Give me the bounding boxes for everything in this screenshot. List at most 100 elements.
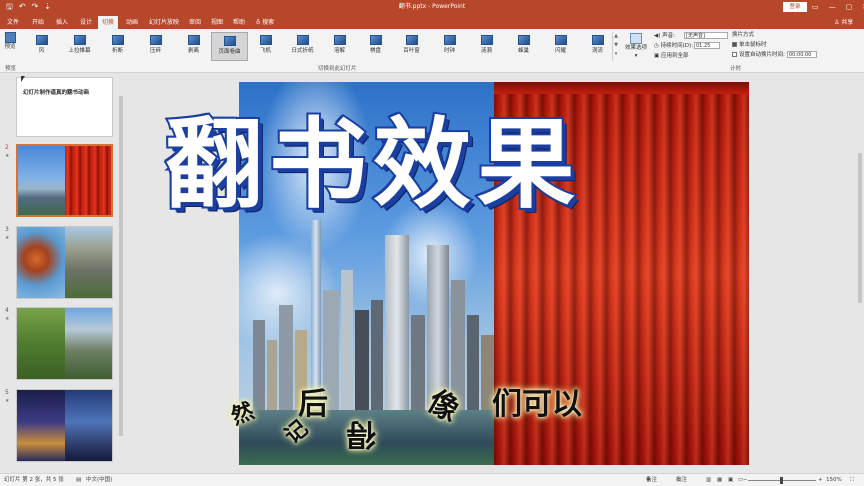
minimize-icon[interactable]: — [829, 1, 836, 13]
gallery-scroll[interactable]: ▲ ▼ ▾ [612, 32, 619, 61]
comments-label: 批注 [676, 477, 688, 483]
transition-star-icon: ★ [5, 235, 10, 241]
chevron-up-icon[interactable]: ▲ [613, 32, 619, 41]
normal-view-icon[interactable]: ▥ [706, 474, 711, 486]
gallery-more-icon[interactable]: ▾ [613, 50, 619, 59]
language-indicator[interactable]: 中文(中国) [86, 474, 112, 486]
spellcheck-icon[interactable]: ▤ [76, 474, 81, 486]
transition-glitter[interactable]: 闪耀 [542, 32, 579, 61]
checkerboard-icon [369, 35, 382, 45]
transition-airplane[interactable]: 飞机 [247, 32, 284, 61]
login-button[interactable]: 登录 [783, 2, 807, 12]
slide-sorter-icon[interactable]: ▦ [717, 474, 722, 486]
tab-help[interactable]: 帮助 [229, 16, 249, 29]
transition-ripple[interactable]: 涟漪 [468, 32, 505, 61]
preview-icon [4, 32, 16, 43]
preview-button[interactable]: 预览 [3, 32, 17, 55]
effect-options-button[interactable]: 效果选项 ▾ [623, 33, 649, 60]
wind-icon [35, 35, 48, 45]
transition-vortex[interactable]: 涡流 [579, 32, 616, 61]
transition-blinds[interactable]: 百叶窗 [393, 32, 430, 61]
sound-select[interactable]: [无声音] [684, 32, 728, 39]
transition-honeycomb[interactable]: 蜂巢 [505, 32, 542, 61]
transition-gallery: 风 上拉帷幕 折断 压碎 剥离 页面卷曲 飞机 日式折纸 溶解 棋盘 百叶窗 时… [23, 32, 610, 61]
slide-scrollbar[interactable] [856, 73, 864, 473]
duration-input[interactable]: 01.25 [694, 42, 720, 49]
after-time-option[interactable]: 设置自动换片时间: [732, 51, 785, 59]
building [451, 280, 465, 410]
title-bar: 🖫 ↶ ↷ ⇣ 翻书.pptx - PowerPoint 登录 ▭ — ▢ ✕ [0, 0, 864, 14]
zoom-out-icon[interactable]: − [743, 474, 748, 486]
reading-view-icon[interactable]: ▣ [728, 474, 733, 486]
on-click-label: 单击鼠标时 [739, 42, 767, 48]
slide-title[interactable]: 翻书效果 [163, 108, 581, 222]
effect-options-label: 效果选项 [624, 45, 647, 51]
tab-view[interactable]: 视图 [207, 16, 227, 29]
after-time-label: 设置自动换片时间: [739, 52, 785, 58]
restore-icon[interactable]: ▢ [846, 1, 853, 13]
apply-to-all-button[interactable]: ▣ 应用到全部 [654, 52, 688, 60]
tab-review[interactable]: 审阅 [184, 16, 206, 29]
building [467, 315, 479, 410]
orchard-image [17, 308, 65, 379]
transition-label: 闪耀 [554, 48, 566, 54]
transition-fracture[interactable]: 折断 [99, 32, 136, 61]
fracture-icon [111, 35, 124, 45]
fit-to-window-icon[interactable]: ⛶ [850, 474, 854, 486]
transition-label: 日式折纸 [291, 48, 314, 54]
building [371, 300, 383, 410]
building [253, 320, 265, 410]
curtain-valance [494, 82, 749, 94]
ripple-icon [480, 35, 493, 45]
on-click-checkbox[interactable] [732, 42, 737, 47]
lightbulb-icon: ♁ [255, 19, 261, 26]
transition-crush[interactable]: 压碎 [137, 32, 174, 61]
night-skyline-image [64, 390, 112, 461]
transition-dissolve[interactable]: 溶解 [321, 32, 358, 61]
slide-thumbnail-5[interactable] [16, 389, 113, 462]
tab-home[interactable]: 开始 [27, 16, 49, 29]
transition-wind[interactable]: 风 [23, 32, 60, 61]
after-time-checkbox[interactable] [732, 52, 737, 57]
transition-label: 页面卷曲 [218, 49, 241, 55]
glitter-icon [554, 35, 567, 45]
tab-slideshow[interactable]: 幻灯片放映 [146, 16, 182, 29]
blinds-icon [405, 35, 418, 45]
page-curl-icon [223, 36, 236, 46]
vortex-icon [591, 35, 604, 45]
tab-animations[interactable]: 动画 [121, 16, 143, 29]
tab-file[interactable]: 文件 [3, 16, 23, 29]
slide-thumbnail-1[interactable]: 幻灯片制作逼真的翻书动画 [16, 77, 113, 137]
transition-label: 压碎 [149, 48, 161, 54]
subtitle-char: 得 [346, 416, 376, 451]
building [279, 305, 293, 410]
chevron-down-icon[interactable]: ▼ [613, 41, 619, 50]
zoom-slider-handle[interactable] [780, 477, 783, 484]
tab-insert[interactable]: 插入 [51, 16, 73, 29]
timing-group-label: 计时 [730, 66, 742, 72]
slide-thumbnail-4[interactable] [16, 307, 113, 380]
transition-checkerboard[interactable]: 棋盘 [357, 32, 394, 61]
transition-peel-off[interactable]: 剥离 [175, 32, 212, 61]
slide-thumbnail-3[interactable] [16, 226, 113, 299]
transition-origami[interactable]: 日式折纸 [284, 32, 321, 61]
transition-curtains[interactable]: 上拉帷幕 [61, 32, 98, 61]
transition-clock[interactable]: 时钟 [431, 32, 468, 61]
after-time-input[interactable]: 00:00.00 [787, 51, 817, 58]
transition-label: 涡流 [591, 48, 603, 54]
on-mouse-click-option[interactable]: 单击鼠标时 [732, 41, 767, 49]
share-button[interactable]: ♙ 共享 [834, 16, 853, 29]
tab-design[interactable]: 设计 [75, 16, 97, 29]
slide-thumbnail-2[interactable] [16, 144, 113, 217]
building [355, 310, 369, 410]
thumbnail-scroll-thumb[interactable] [119, 96, 123, 436]
clock-icon [443, 35, 456, 45]
ribbon-display-options-icon[interactable]: ▭ [812, 1, 819, 13]
tell-me-search[interactable]: ♁ 搜索 [252, 16, 278, 29]
transition-page-curl[interactable]: 页面卷曲 [211, 32, 248, 61]
tab-transitions[interactable]: 切换 [98, 16, 118, 29]
duration-label: ◷ 持续时间(D): [654, 42, 693, 50]
zoom-in-icon[interactable]: + [818, 474, 823, 486]
zoom-level[interactable]: 150% [826, 474, 842, 486]
slide-scroll-thumb[interactable] [858, 153, 862, 303]
